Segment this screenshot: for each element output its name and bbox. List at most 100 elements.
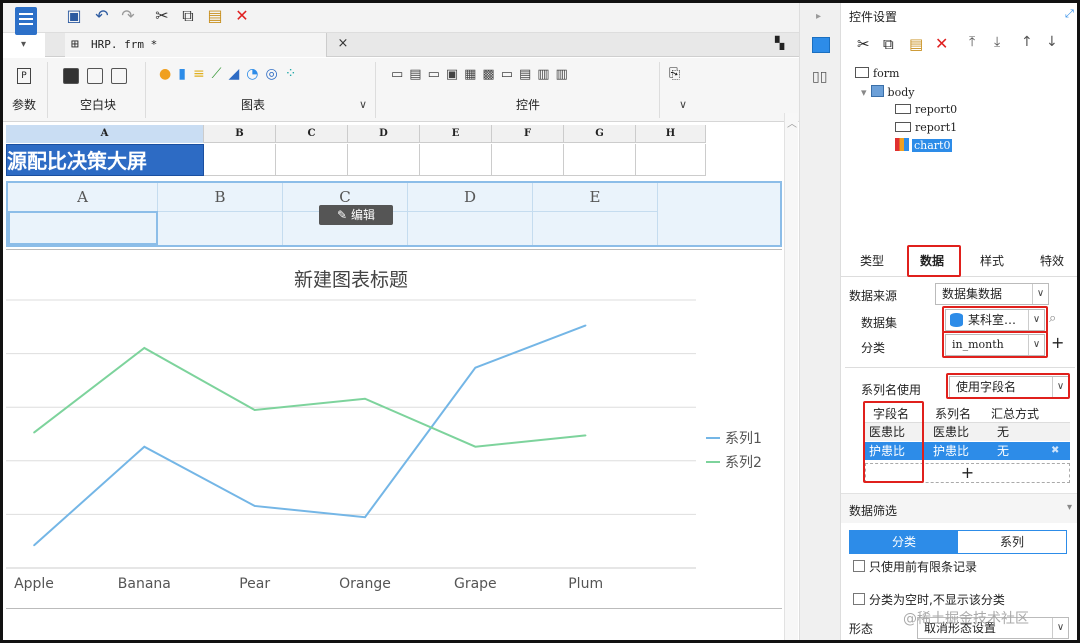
col-e[interactable]: E [420,125,492,143]
chevron-down-icon[interactable]: ▾ [21,39,26,50]
tab-type[interactable]: 类型 [845,245,899,277]
col-f[interactable]: F [492,125,564,143]
tree-form[interactable]: form [855,67,899,80]
collapse-icon[interactable]: ▾ [1067,502,1072,513]
tab-hrp-frm[interactable]: ⊞ HRP. frm * [65,33,327,57]
tree-report0[interactable]: report0 [895,103,957,116]
filter-section[interactable]: 数据筛选 ▾ [841,493,1077,523]
data-point [584,324,587,327]
tree-chart0[interactable]: chart0 [895,138,953,152]
close-tab-icon[interactable]: × [335,35,351,53]
col-b[interactable]: B [204,125,276,143]
paste-icon[interactable]: ▤ [206,7,224,25]
move-bottom-icon[interactable]: ⤓ [994,34,1000,50]
add-category-icon[interactable]: + [1051,333,1064,352]
copy-icon[interactable]: ⧉ [179,7,197,25]
undo-icon[interactable]: ↶ [93,7,111,25]
col-g[interactable]: G [564,125,636,143]
save-icon[interactable]: ▣ [65,7,83,25]
tab-effect[interactable]: 特效 [1025,245,1077,277]
layout-icon[interactable]: ▯▯ [812,69,827,85]
hide-empty-category-checkbox[interactable] [853,593,865,605]
data-point [474,366,477,369]
data-point [253,409,256,411]
report-icon [895,104,911,114]
col-h[interactable]: H [636,125,706,143]
cut-icon[interactable]: ✂ [857,35,870,53]
report-block[interactable]: A B C D E [6,181,782,247]
panel-toolbar: ✂ ⧉ ▤ ✕ ⤒ ⤓ ↑ ↓ [841,31,1077,57]
x-tick-label: Orange [339,576,391,592]
col-a[interactable]: A [6,125,204,143]
remove-row-icon[interactable]: ✖ [1051,442,1059,460]
report-col-a: A [8,183,158,211]
block-icon[interactable] [63,68,79,84]
chart-more-chevron-icon[interactable]: ∨ [359,98,367,111]
limit-records-checkbox[interactable] [853,560,865,572]
x-tick-label: Banana [118,576,171,592]
widget-icons[interactable]: ▭▤▭▣▦▩▭▤▥▥ [391,67,574,82]
segment-series[interactable]: 系列 [958,531,1066,553]
col-d[interactable]: D [348,125,420,143]
tree-body[interactable]: ▾ body [861,85,914,99]
x-tick-label: Apple [14,576,54,592]
vertical-scrollbar[interactable]: ︿ [784,113,798,640]
move-down-icon[interactable]: ↓ [1046,34,1058,50]
report-col-d: D [408,183,533,211]
x-tick-label: Pear [239,576,270,592]
quick-toolbar: ▣ ↶ ↷ ✂ ⧉ ▤ ✕ [3,3,799,35]
ribbon-group-chart: 图表 [240,98,265,112]
edit-icon: ✎ [336,208,348,222]
copy-icon[interactable]: ⧉ [883,35,894,53]
file-menu-icon[interactable] [15,7,37,35]
expand-icon[interactable]: ⤢ [1065,7,1074,21]
redo-icon[interactable]: ↷ [119,7,137,25]
limit-records-label: 只使用前有限条记录 [869,560,978,574]
segment-category[interactable]: 分类 [850,531,958,553]
widget-more-chevron-icon[interactable]: ∨ [679,98,687,111]
pin-icon[interactable]: ▚ [775,36,784,50]
abs-block-icon[interactable] [111,68,127,84]
series-name-label: 系列名使用 [861,383,922,397]
search-icon[interactable]: ⌕ [1049,311,1056,326]
delete-icon[interactable]: ✕ [233,7,251,25]
widget-settings-icon[interactable] [812,37,830,53]
chart-title: 新建图表标题 [294,269,408,291]
preview-icon[interactable]: ⎘ [669,66,680,82]
watermark: @稀土掘金技术社区 [903,611,1029,627]
line-chart: 新建图表标题 Apple Banana Pear Orange Grape Plum 系列1 系… [6,269,762,592]
data-source-select[interactable]: 数据集数据 ∨ [935,283,1049,305]
paste-icon[interactable]: ▤ [909,35,923,53]
data-point [364,397,366,400]
tab-style[interactable]: 样式 [965,245,1019,277]
category-label: 分类 [861,341,886,355]
edit-button[interactable]: ✎ 编辑 [319,205,393,225]
report-col-b: B [158,183,283,211]
ribbon: P 参数 空白块 ●▮≡⟋◢◔◎⁘ 图表 ∨ ▭▤▭▣▦▩▭▤▥▥ 控件 ∨ ⎘ [3,58,799,122]
tree-report1[interactable]: report1 [895,121,957,134]
data-source-label: 数据来源 [849,289,898,303]
parameter-icon[interactable]: P [17,68,31,84]
delete-icon[interactable]: ✕ [935,34,948,53]
cut-icon[interactable]: ✂ [153,7,171,25]
chart-type-icons[interactable]: ●▮≡⟋◢◔◎⁘ [159,66,303,82]
col-c[interactable]: C [276,125,348,143]
data-point [143,445,146,448]
data-point [253,505,256,507]
chart-widget[interactable]: 新建图表标题 Apple Banana Pear Orange Grape Plum 系列1 系… [6,249,782,609]
hide-empty-category-label: 分类为空时,不显示该分类 [869,593,1005,607]
collapse-icon[interactable]: ▾ [861,86,867,99]
tab-label: HRP. frm * [91,38,158,51]
scroll-up-icon[interactable]: ︿ [787,115,797,130]
data-point [143,347,146,349]
column-header: A B C D E F G H [6,125,706,143]
app-window: ▣ ↶ ↷ ✂ ⧉ ▤ ✕ ▾ ⊞ HRP. frm * × ▚ P 参数 空白… [0,0,1080,643]
data-point [33,431,35,434]
move-top-icon[interactable]: ⤒ [969,34,975,50]
move-up-icon[interactable]: ↑ [1021,34,1033,50]
report-icon [895,122,911,132]
title-cell[interactable]: 源配比决策大屏 [6,144,204,176]
ribbon-group-block: 空白块 [79,98,116,112]
tab-block-icon[interactable] [87,68,103,84]
collapse-arrow-icon[interactable]: ▸ [816,11,821,22]
